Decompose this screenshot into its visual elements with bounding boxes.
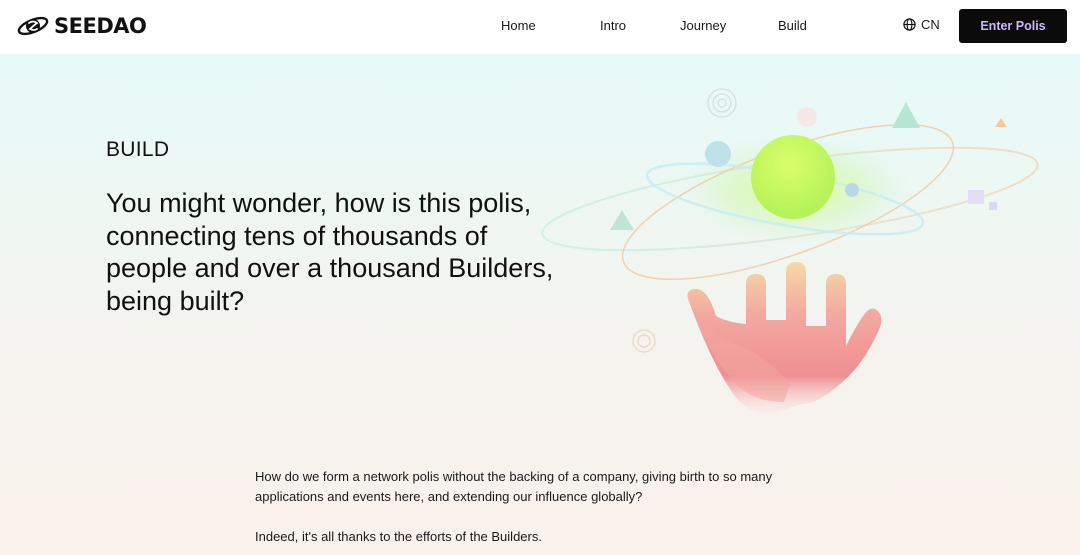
build-hero-section: BUILD You might wonder, how is this poli… xyxy=(0,54,1080,555)
nav-home[interactable]: Home xyxy=(501,18,536,33)
enter-polis-button[interactable]: Enter Polis xyxy=(959,9,1067,43)
brand-name: SEEDAO xyxy=(54,14,147,38)
body-paragraph: Indeed, it's all thanks to the efforts o… xyxy=(255,529,542,544)
language-switch[interactable]: CN xyxy=(903,17,940,32)
globe-icon xyxy=(903,18,916,31)
body-paragraph: How do we form a network polis without t… xyxy=(255,469,773,504)
nav-build[interactable]: Build xyxy=(778,18,807,33)
site-header: SEEDAO Home Intro Journey Build CN Enter… xyxy=(0,0,1080,54)
nav-intro[interactable]: Intro xyxy=(600,18,626,33)
hero-headline: You might wonder, how is this polis, con… xyxy=(106,188,554,316)
brand-logo[interactable]: SEEDAO xyxy=(16,12,147,40)
hand-holding-planet-illustration xyxy=(541,88,1039,414)
seedao-logo-icon xyxy=(17,16,49,36)
section-label: BUILD xyxy=(106,138,170,161)
nav-journey[interactable]: Journey xyxy=(680,18,726,33)
language-label: CN xyxy=(921,17,940,32)
